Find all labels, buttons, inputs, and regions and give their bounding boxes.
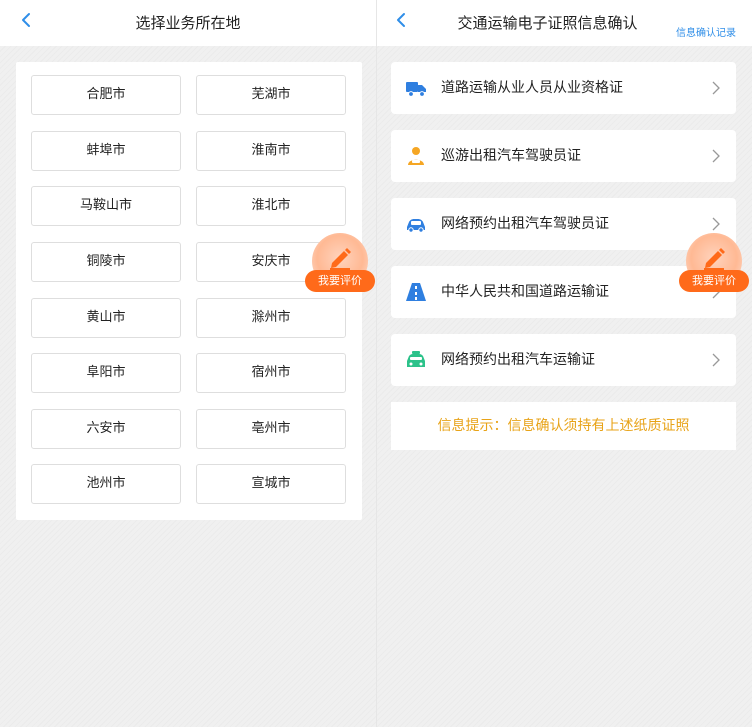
right-header: 交通运输电子证照信息确认 信息确认记录 <box>377 0 752 46</box>
evaluate-button[interactable]: 我要评价 <box>305 233 377 295</box>
city-button[interactable]: 阜阳市 <box>31 353 181 393</box>
city-button[interactable]: 宣城市 <box>196 464 346 504</box>
truck-icon <box>406 82 426 97</box>
evaluate-label: 我要评价 <box>305 270 375 292</box>
city-button[interactable]: 蚌埠市 <box>31 131 181 171</box>
city-button[interactable]: 淮北市 <box>196 186 346 226</box>
city-button[interactable]: 合肥市 <box>31 75 181 115</box>
city-button[interactable]: 马鞍山市 <box>31 186 181 226</box>
city-button[interactable]: 滁州市 <box>196 298 346 338</box>
city-button[interactable]: 宿州市 <box>196 353 346 393</box>
driver-icon <box>408 147 424 165</box>
info-notice: 信息提示：信息确认须持有上述纸质证照 <box>391 402 736 450</box>
city-button[interactable]: 芜湖市 <box>196 75 346 115</box>
city-button[interactable]: 黄山市 <box>31 298 181 338</box>
city-button[interactable]: 池州市 <box>31 464 181 504</box>
evaluate-label: 我要评价 <box>679 270 749 292</box>
list-item-label: 网络预约出租汽车驾驶员证 <box>441 216 609 232</box>
chevron-right-icon <box>712 217 720 231</box>
chevron-right-icon <box>712 81 720 95</box>
certificate-confirm-panel: 交通运输电子证照信息确认 信息确认记录 道路运输从业人员从业资格证 巡游出租汽车… <box>377 0 752 727</box>
chevron-right-icon <box>712 149 720 163</box>
car-icon <box>407 219 425 233</box>
city-button[interactable]: 亳州市 <box>196 409 346 449</box>
list-item-taxi-driver-license[interactable]: 巡游出租汽车驾驶员证 <box>391 130 736 182</box>
list-item-label: 网络预约出租汽车运输证 <box>441 352 595 368</box>
chevron-right-icon <box>712 353 720 367</box>
city-button[interactable]: 铜陵市 <box>31 242 181 282</box>
list-item-label: 巡游出租汽车驾驶员证 <box>441 148 581 164</box>
city-button[interactable]: 六安市 <box>31 409 181 449</box>
pencil-icon <box>330 248 351 270</box>
list-item-ride-hailing-transport-certificate[interactable]: 网络预约出租汽车运输证 <box>391 334 736 386</box>
page-title: 交通运输电子证照信息确认 <box>457 14 638 32</box>
left-header: 选择业务所在地 <box>0 0 376 46</box>
city-button[interactable]: 淮南市 <box>196 131 346 171</box>
list-item-label: 中华人民共和国道路运输证 <box>441 284 609 300</box>
pencil-icon <box>704 248 725 270</box>
evaluate-button[interactable]: 我要评价 <box>679 233 751 295</box>
city-select-panel: 选择业务所在地 合肥市 芜湖市 蚌埠市 淮南市 马鞍山市 淮北市 铜陵市 安庆市… <box>0 0 376 727</box>
info-record-link[interactable]: 信息确认记录 <box>676 24 736 39</box>
road-icon <box>406 283 426 301</box>
list-item-road-transport-qualification[interactable]: 道路运输从业人员从业资格证 <box>391 62 736 114</box>
list-item-label: 道路运输从业人员从业资格证 <box>441 80 623 96</box>
taxi-icon <box>407 351 425 367</box>
page-title: 选择业务所在地 <box>135 14 241 32</box>
